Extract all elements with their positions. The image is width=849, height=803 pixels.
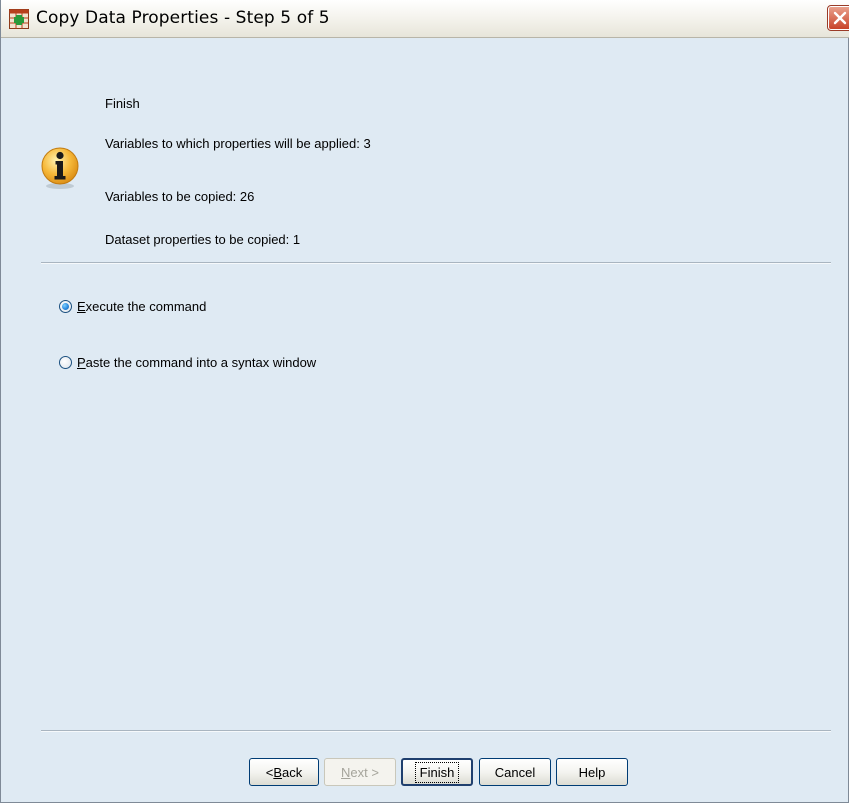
help-button[interactable]: Help	[556, 758, 628, 786]
spss-data-icon	[9, 9, 29, 29]
info-icon	[41, 146, 79, 190]
paste-radio[interactable]	[59, 355, 72, 369]
dataset-properties-text: Dataset properties to be copied: 1	[105, 232, 301, 247]
paste-command-option[interactable]: Paste the command into a syntax window	[59, 353, 316, 371]
finish-button[interactable]: Finish	[401, 758, 473, 786]
close-button[interactable]	[827, 5, 849, 31]
copy-data-properties-dialog: Copy Data Properties - Step 5 of 5 Finis…	[0, 0, 849, 803]
next-button[interactable]: Next >	[324, 758, 396, 786]
cancel-button[interactable]: Cancel	[479, 758, 551, 786]
copied-count-text: Variables to be copied: 26	[105, 189, 255, 204]
dialog-content: Finish Variables to which properties wil…	[1, 38, 849, 803]
title-bar[interactable]: Copy Data Properties - Step 5 of 5	[1, 0, 849, 38]
back-button[interactable]: < Back	[249, 758, 319, 786]
paste-label[interactable]: Paste the command into a syntax window	[77, 355, 316, 370]
close-icon	[833, 11, 847, 25]
applied-count-text: Variables to which properties will be ap…	[105, 136, 371, 151]
execute-label[interactable]: Execute the command	[77, 299, 206, 314]
execute-radio[interactable]	[59, 299, 72, 313]
separator-top	[41, 262, 831, 264]
summary-heading: Finish	[105, 96, 140, 111]
separator-bottom	[41, 730, 831, 732]
execute-command-option[interactable]: Execute the command	[59, 297, 206, 315]
window-title: Copy Data Properties - Step 5 of 5	[36, 8, 330, 28]
